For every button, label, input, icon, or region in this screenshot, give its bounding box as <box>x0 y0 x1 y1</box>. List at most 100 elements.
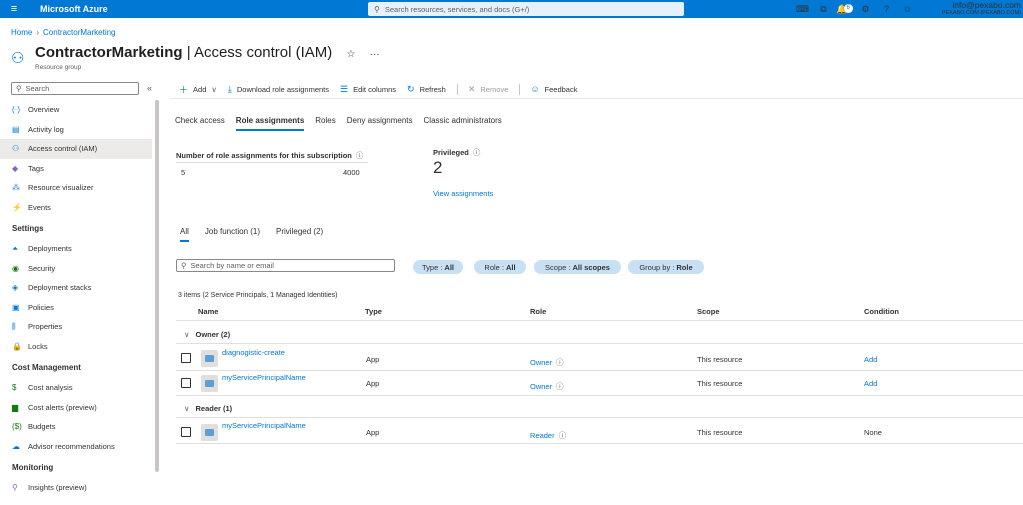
sidebar-item-overview[interactable]: (·) Overview <box>0 100 152 120</box>
sidebar-item-label: Policies <box>28 302 54 312</box>
row-checkbox[interactable] <box>181 427 191 437</box>
row-divider <box>176 443 1023 444</box>
tags-icon: ◆ <box>12 163 19 173</box>
column-header-scope[interactable]: Scope <box>697 307 720 316</box>
help-icon[interactable]: ? <box>876 4 897 14</box>
info-icon[interactable]: ⓘ <box>556 382 564 391</box>
role-assignment-count: 5 <box>181 168 186 177</box>
row-name-link[interactable]: myServicePrincipalName <box>222 421 306 430</box>
search-icon: ⚲ <box>181 261 187 270</box>
row-checkbox[interactable] <box>181 353 191 363</box>
section-header-cost-management: Cost Management <box>12 362 81 372</box>
sidebar-item-insights-preview[interactable]: ⚲ Insights (preview) <box>0 478 152 498</box>
brand-title[interactable]: Microsoft Azure <box>40 4 108 14</box>
row-condition: None <box>864 428 882 437</box>
row-role-link[interactable]: Reader <box>530 431 555 440</box>
group-header-reader[interactable]: ∨ Reader (1) <box>184 404 232 413</box>
group-by-pill[interactable]: Group by : Role <box>628 260 704 274</box>
section-header-settings: Settings <box>12 223 44 233</box>
info-icon[interactable]: ⓘ <box>473 148 481 157</box>
view-assignments-link[interactable]: View assignments <box>433 189 493 198</box>
feedback-icon[interactable]: ☺ <box>897 4 918 14</box>
sidebar-item-events[interactable]: ⚡ Events <box>0 198 152 218</box>
sidebar-item-tags[interactable]: ◆ Tags <box>0 159 152 179</box>
sidebar-search-input[interactable]: ⚲ Search <box>11 82 139 95</box>
breadcrumb-home[interactable]: Home <box>11 28 32 37</box>
sidebar-item-cost-alerts-preview[interactable]: ▆ Cost alerts (preview) <box>0 398 152 418</box>
add-button[interactable]: ＋ Add ∨ <box>179 83 217 96</box>
activity-log-icon: ▤ <box>12 124 20 134</box>
group-by-key: Group by : <box>639 262 675 272</box>
column-header-role[interactable]: Role <box>530 307 546 316</box>
settings-gear-icon[interactable]: ⚙ <box>855 4 876 15</box>
sidebar-item-label: Insights (preview) <box>28 483 87 493</box>
row-name-link[interactable]: myServicePrincipalName <box>222 373 306 382</box>
row-name-link[interactable]: diagnogistic-create <box>222 348 285 357</box>
edit-columns-button[interactable]: ☰ Edit columns <box>340 84 396 95</box>
sidebar-item-security[interactable]: ◉ Security <box>0 259 152 279</box>
breadcrumb-current[interactable]: ContractorMarketing <box>43 28 115 37</box>
row-role-link[interactable]: Owner <box>530 382 552 391</box>
tab-roles[interactable]: Roles <box>315 116 335 131</box>
sidebar-item-access-control-iam[interactable]: ⚇ Access control (IAM) <box>0 139 152 159</box>
subtab-privileged[interactable]: Privileged (2) <box>276 227 323 242</box>
sidebar-item-label: Locks <box>28 341 48 351</box>
favorite-star-icon[interactable]: ☆ <box>346 49 355 60</box>
download-icon: ⤓ <box>227 83 232 94</box>
remove-label: Remove <box>480 84 509 94</box>
more-actions-icon[interactable]: ··· <box>370 49 380 60</box>
row-condition-add-link[interactable]: Add <box>864 355 877 364</box>
info-icon[interactable]: ⓘ <box>559 431 567 440</box>
group-header-owner[interactable]: ∨ Owner (2) <box>184 330 230 339</box>
advisor-recommendations-icon: ☁ <box>12 441 20 451</box>
download-role-assignments-button[interactable]: ⤓ Download role assignments <box>228 84 329 95</box>
directory-filter-icon[interactable]: ⧉ <box>813 4 834 15</box>
sidebar-item-deployments[interactable]: ⏶ Deployments <box>0 239 152 259</box>
privileged-label-text: Privileged <box>433 148 469 157</box>
sidebar-item-properties[interactable]: ⫼ Properties <box>0 317 152 337</box>
remove-button[interactable]: ✕ Remove <box>468 84 508 95</box>
sidebar-item-budgets[interactable]: ($) Budgets <box>0 417 152 437</box>
privileged-count: 2 <box>433 158 443 177</box>
role-filter-pill[interactable]: Role : All <box>474 260 526 274</box>
subtab-job-function[interactable]: Job function (1) <box>205 227 260 242</box>
tab-classic-administrators[interactable]: Classic administrators <box>424 116 502 131</box>
role-filter-key: Role : <box>484 262 504 272</box>
sidebar-item-cost-analysis[interactable]: $ Cost analysis <box>0 378 152 398</box>
sidebar-item-label: Budgets <box>28 422 56 432</box>
type-filter-pill[interactable]: Type : All <box>413 260 463 274</box>
row-checkbox[interactable] <box>181 378 191 388</box>
column-header-condition[interactable]: Condition <box>864 307 899 316</box>
scope-filter-pill[interactable]: Scope : All scopes <box>534 260 621 274</box>
info-icon[interactable]: ⓘ <box>556 358 564 367</box>
tab-check-access[interactable]: Check access <box>175 116 225 131</box>
sidebar: (·) Overview ▤ Activity log ⚇ Access control … <box>0 100 152 498</box>
column-header-type[interactable]: Type <box>365 307 382 316</box>
refresh-button[interactable]: ↻ Refresh <box>407 84 446 95</box>
subtab-all[interactable]: All <box>180 227 189 242</box>
column-header-name[interactable]: Name <box>198 307 218 316</box>
feedback-button[interactable]: ☺ Feedback <box>530 84 577 94</box>
sidebar-item-deployment-stacks[interactable]: ◈ Deployment stacks <box>0 278 152 298</box>
page-subtitle: Resource group <box>35 64 82 71</box>
sidebar-item-policies[interactable]: ▣ Policies <box>0 298 152 318</box>
row-role-link[interactable]: Owner <box>530 358 552 367</box>
cloud-shell-icon[interactable]: ⌨ <box>792 4 813 15</box>
cost-analysis-icon: $ <box>12 383 17 393</box>
name-email-search-input[interactable]: ⚲ Search by name or email <box>176 259 395 272</box>
tab-role-assignments[interactable]: Role assignments <box>235 116 305 131</box>
resource-visualizer-icon: ⁂ <box>12 183 20 193</box>
tab-deny-assignments[interactable]: Deny assignments <box>347 116 413 131</box>
notifications-icon[interactable]: 🔔6 <box>834 3 855 15</box>
sidebar-item-resource-visualizer[interactable]: ⁂ Resource visualizer <box>0 178 152 198</box>
sidebar-item-locks[interactable]: 🔒 Locks <box>0 337 152 357</box>
account-menu[interactable]: info@pexabo.com PEXABO.COM (PEXABO.COM) <box>942 1 1021 17</box>
sidebar-item-activity-log[interactable]: ▤ Activity log <box>0 120 152 140</box>
row-condition-add-link[interactable]: Add <box>864 379 877 388</box>
hamburger-menu-icon[interactable]: ≡ <box>0 3 28 15</box>
info-icon[interactable]: ⓘ <box>356 151 364 160</box>
global-search-input[interactable]: ⚲ Search resources, services, and docs (… <box>368 2 684 16</box>
sidebar-scrollbar[interactable] <box>155 100 159 472</box>
collapse-sidebar-icon[interactable]: « <box>147 83 152 93</box>
sidebar-item-advisor-recommendations[interactable]: ☁ Advisor recommendations <box>0 437 152 457</box>
